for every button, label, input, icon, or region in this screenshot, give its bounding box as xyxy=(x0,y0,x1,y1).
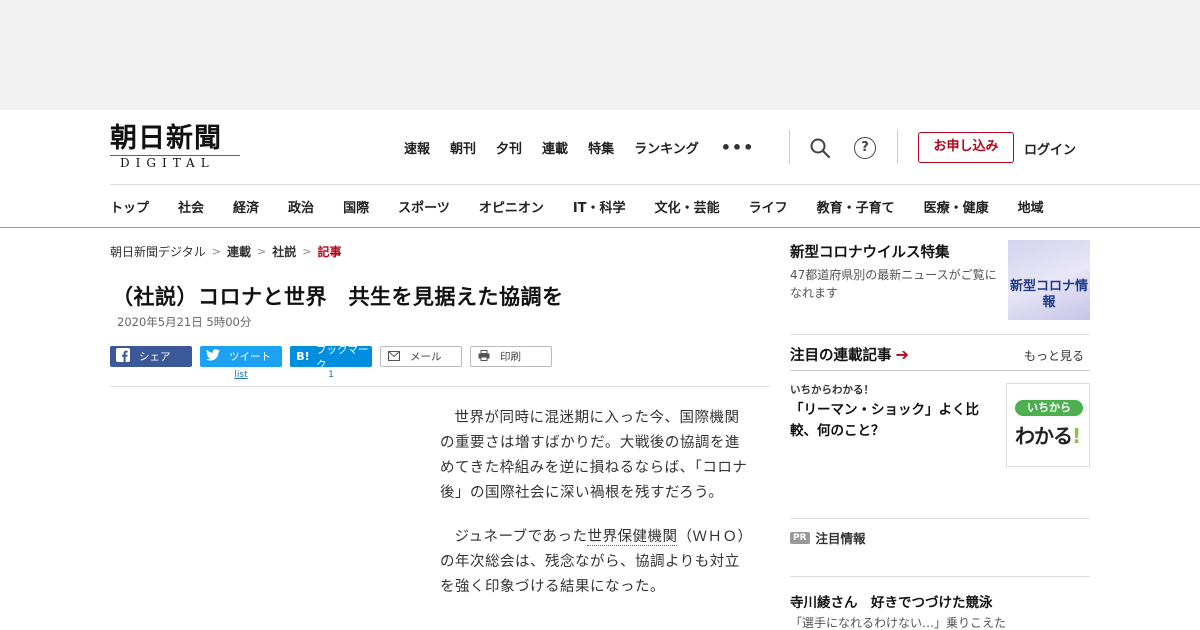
arrow-right-icon: ➔ xyxy=(895,345,909,364)
cat-education[interactable]: 教育・子育て xyxy=(817,197,895,216)
cat-culture[interactable]: 文化・芸能 xyxy=(655,197,720,216)
cat-health[interactable]: 医療・健康 xyxy=(924,197,989,216)
hatena-icon: B! xyxy=(296,350,310,363)
wakaru-text: わかる xyxy=(1015,424,1073,448)
ad-banner xyxy=(0,0,1200,110)
login-link[interactable]: ログイン xyxy=(1024,139,1076,158)
cat-region[interactable]: 地域 xyxy=(1018,197,1044,216)
hatena-count[interactable]: 1 xyxy=(290,370,372,380)
print-button[interactable]: 印刷 xyxy=(470,346,552,367)
pr-badge: PR xyxy=(790,531,810,544)
nav-features[interactable]: 特集 xyxy=(588,138,614,157)
hatena-bookmark-label: ブックマーク xyxy=(316,343,369,371)
print-label: 印刷 xyxy=(500,351,521,363)
twitter-icon xyxy=(200,349,226,364)
pr-section-header: PR 注目情報 xyxy=(790,528,866,547)
breadcrumb-series[interactable]: 連載 xyxy=(227,243,251,260)
ichikara-top-text: いちから xyxy=(1015,400,1083,416)
article-title: （社説）コロナと世界 共生を見据えた協調を xyxy=(112,285,564,309)
cat-society[interactable]: 社会 xyxy=(178,197,204,216)
article-text: ジュネーブであった xyxy=(454,529,588,545)
search-icon[interactable] xyxy=(809,137,831,159)
logo-sub-text: DIGITAL xyxy=(110,155,240,170)
nav-series[interactable]: 連載 xyxy=(542,138,568,157)
breadcrumb-home[interactable]: 朝日新聞デジタル xyxy=(110,243,206,260)
twitter-share-label: ツイート xyxy=(229,351,271,363)
cat-international[interactable]: 国際 xyxy=(343,197,369,216)
more-icon[interactable]: ••• xyxy=(721,138,755,157)
nav-evening[interactable]: 夕刊 xyxy=(496,138,522,157)
breadcrumb-separator-icon: > xyxy=(302,245,312,258)
nav-ranking[interactable]: ランキング xyxy=(634,138,699,157)
series-kicker: いちからわかる！ xyxy=(790,384,874,396)
cat-opinion[interactable]: オピニオン xyxy=(479,197,544,216)
article-body: 世界が同時に混迷期に入った今、国際機関の重要さは増すばかりだ。大戦後の協調を進め… xyxy=(440,406,750,619)
promo-article-subtitle: 「選手になれるわけない…」乗りこえた xyxy=(790,616,1007,630)
ichikara-thumbnail[interactable]: いちから わかる! xyxy=(1006,383,1090,467)
logo-main-text: 朝日新聞 xyxy=(110,123,222,154)
promo-article-title[interactable]: 寺川綾さん 好きでつづけた競泳 xyxy=(790,591,993,611)
who-keyword-link[interactable]: 世界保健機関 xyxy=(587,529,678,546)
facebook-share-label: シェア xyxy=(139,351,171,363)
masthead: 朝日新聞 DIGITAL 速報 朝刊 夕刊 連載 特集 ランキング ••• ? … xyxy=(0,110,1200,184)
mail-icon xyxy=(381,350,407,364)
top-nav: 速報 朝刊 夕刊 連載 特集 ランキング ••• xyxy=(404,138,754,157)
cat-top[interactable]: トップ xyxy=(110,197,149,216)
corona-feature-title[interactable]: 新型コロナウイルス特集 xyxy=(790,241,950,262)
sidebar-divider xyxy=(790,334,1090,335)
apply-button[interactable]: お申し込み xyxy=(918,132,1014,163)
header-divider xyxy=(897,130,898,164)
corona-feature-thumbnail[interactable]: 新型コロナ情報 xyxy=(1008,240,1090,320)
sidebar-divider xyxy=(790,576,1090,577)
article-divider xyxy=(110,386,770,387)
mail-share-label: メール xyxy=(410,351,442,363)
nav-morning[interactable]: 朝刊 xyxy=(450,138,476,157)
mail-share-button[interactable]: メール xyxy=(380,346,462,367)
cat-life[interactable]: ライフ xyxy=(749,197,788,216)
featured-series-heading[interactable]: 注目の連載記事 ➔ xyxy=(790,344,909,365)
asahi-logo[interactable]: 朝日新聞 DIGITAL xyxy=(110,124,242,172)
cat-economy[interactable]: 経済 xyxy=(233,197,259,216)
series-article-title[interactable]: 「リーマン・ショック」よく比較、何のこと？ xyxy=(790,400,1002,442)
corona-feature-description: 47都道府県別の最新ニュースがご覧になれます xyxy=(790,268,997,300)
facebook-share-button[interactable]: シェア xyxy=(110,346,192,367)
ichikara-bottom-text: わかる! xyxy=(1015,420,1081,449)
cat-sports[interactable]: スポーツ xyxy=(398,197,450,216)
breadcrumb: 朝日新聞デジタル > 連載 > 社説 > 記事 xyxy=(110,243,341,260)
pr-label: 注目情報 xyxy=(815,531,866,546)
twitter-share-button[interactable]: ツイート xyxy=(200,346,282,367)
category-nav: トップ 社会 経済 政治 国際 スポーツ オピニオン IT・科学 文化・芸能 ラ… xyxy=(110,184,1200,228)
header-divider xyxy=(789,130,790,164)
corona-thumb-text: 新型コロナ情報 xyxy=(1009,279,1088,310)
breadcrumb-separator-icon: > xyxy=(257,245,267,258)
facebook-icon xyxy=(110,348,136,365)
featured-series-title: 注目の連載記事 xyxy=(790,348,892,364)
sidebar-divider xyxy=(790,518,1090,519)
printer-icon xyxy=(471,349,497,364)
breadcrumb-editorial[interactable]: 社説 xyxy=(272,243,296,260)
hatena-bookmark-button[interactable]: B! ブックマーク xyxy=(290,344,372,371)
article-paragraph: ジュネーブであった世界保健機関（ＷＨＯ）の年次総会は、残念ながら、協調よりも対立… xyxy=(440,525,750,600)
category-divider xyxy=(0,227,1200,228)
nav-breaking[interactable]: 速報 xyxy=(404,138,430,157)
article-date: 2020年5月21日 5時00分 xyxy=(117,315,252,329)
help-icon[interactable]: ? xyxy=(854,137,876,159)
cat-it-science[interactable]: IT・科学 xyxy=(573,197,626,216)
cat-politics[interactable]: 政治 xyxy=(288,197,314,216)
sidebar-divider xyxy=(790,370,1090,371)
twitter-count[interactable]: list xyxy=(200,370,282,380)
more-series-link[interactable]: もっと見る xyxy=(1024,347,1084,364)
article-paragraph: 世界が同時に混迷期に入った今、国際機関の重要さは増すばかりだ。大戦後の協調を進め… xyxy=(440,410,748,501)
breadcrumb-separator-icon: > xyxy=(211,245,221,258)
breadcrumb-current: 記事 xyxy=(317,245,342,259)
exclamation-icon: ! xyxy=(1072,424,1081,448)
